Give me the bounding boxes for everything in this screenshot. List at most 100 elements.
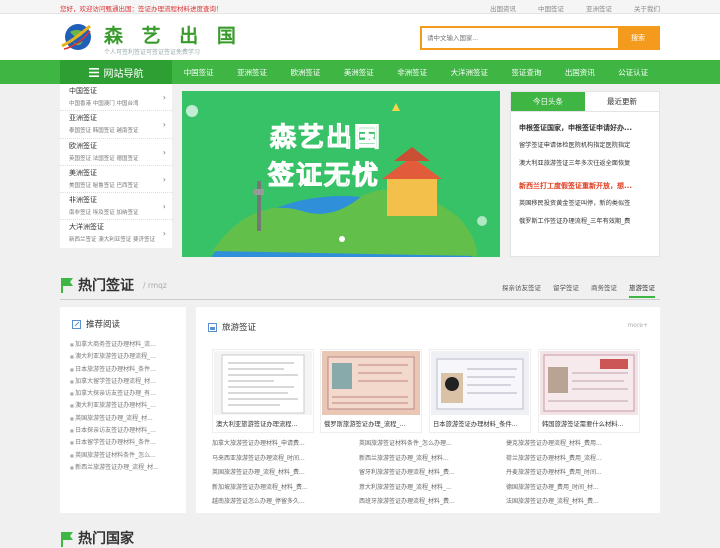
category-title[interactable]: 大洋洲签证 <box>69 222 172 232</box>
visa-link[interactable]: 意大利旅游签证办理_流程_材料_... <box>359 481 496 496</box>
hero-banner[interactable]: 森艺出国 签证无忧 <box>182 91 500 257</box>
category-item[interactable]: 非洲签证南非签证 埃及签证 加纳签证 › <box>60 193 172 221</box>
rec-item[interactable]: 日本留学签证办理材料_条件... <box>70 437 182 449</box>
tab-headlines[interactable]: 今日头条 <box>511 92 585 111</box>
visa-link[interactable]: 越南旅游签证怎么办理_停留多久... <box>212 495 349 510</box>
chevron-right-icon: › <box>162 147 166 157</box>
recommended-reading: 推荐阅读 加拿大商务签证办理材料_流... 澳大利亚旅游签证办理流程_... 日… <box>60 307 186 513</box>
nav-america-visa[interactable]: 美洲签证 <box>344 67 374 78</box>
visa-document-image <box>431 351 529 415</box>
search-button[interactable]: 搜索 <box>618 28 658 48</box>
top-link-about[interactable]: 关于我们 <box>634 3 660 13</box>
news-panel: 今日头条 最近更新 申根签证国家，申根签证申请好办... 留学签证申请体检医院机… <box>510 91 660 257</box>
top-link-news[interactable]: 出国资讯 <box>490 3 516 13</box>
news-item[interactable]: 俄罗斯工作签证办理流程_三年有效期_费 <box>519 215 651 229</box>
globe-logo-icon[interactable] <box>60 20 94 54</box>
rec-item[interactable]: 英国旅游签证办理_流程_材... <box>70 413 182 425</box>
flag-icon <box>61 532 73 547</box>
category-item[interactable]: 亚洲签证泰国签证 韩国签证 越南签证 › <box>60 111 172 139</box>
category-sub[interactable]: 美国签证 秘鲁签证 巴西签证 <box>69 181 157 189</box>
visa-link[interactable]: 丹麦旅游签证办理材料_费用_时间... <box>506 466 643 481</box>
rec-item[interactable]: 澳大利亚旅游签证办理流程_... <box>70 351 182 363</box>
visa-link[interactable]: 德国旅游签证办理_费用_时间_材... <box>506 481 643 496</box>
nav-visa-query[interactable]: 签证查询 <box>511 67 541 78</box>
visa-link[interactable]: 捷克旅游签证办理流程_材料_费用... <box>506 437 643 452</box>
tab-family-visit-visa[interactable]: 探亲访友签证 <box>502 282 541 298</box>
category-sub[interactable]: 中国香港 中国澳门 中国台湾 <box>69 99 157 107</box>
tourist-visa-panel: 旅游签证 more+ 澳大利亚旅游签证办理流程... 俄罗斯旅游签证办理_流程_… <box>196 307 660 513</box>
visa-card[interactable]: 日本旅游签证办理材料_条件... <box>429 349 531 433</box>
rec-item[interactable]: 日本探亲访友签证办理材料_... <box>70 425 182 437</box>
nav-title: 网站导航 <box>60 60 172 84</box>
category-item[interactable]: 中国签证 中国香港 中国澳门 中国台湾 › <box>60 84 172 112</box>
top-link-asia-visa[interactable]: 亚洲签证 <box>586 3 612 13</box>
top-link-china-visa[interactable]: 中国签证 <box>538 3 564 13</box>
tab-recent-updates[interactable]: 最近更新 <box>585 92 659 111</box>
category-item[interactable]: 美洲签证 美国签证 秘鲁签证 巴西签证 › <box>60 166 172 194</box>
visa-card[interactable]: 韩国旅游签证需要什么材料... <box>538 349 640 433</box>
news-item[interactable]: 留学签证申请体检医院机构指定医院指定 <box>519 139 651 153</box>
visa-link[interactable]: 加拿大旅游签证办理材料_申请费... <box>212 437 349 452</box>
rec-item[interactable]: 英国旅游签证材料条件_怎么... <box>70 450 182 462</box>
visa-document-image <box>322 351 420 415</box>
visa-link[interactable]: 新西兰旅游签证办理_流程_材料... <box>359 452 496 467</box>
search-input[interactable] <box>422 28 618 48</box>
card-label[interactable]: 日本旅游签证办理材料_条件... <box>433 419 529 428</box>
news-item[interactable]: 澳大利亚旅游签证三年多次往返全面恢复 <box>519 157 651 171</box>
rec-item[interactable]: 加拿大留学签证办理流程_材... <box>70 376 182 388</box>
visa-document-image <box>540 351 638 415</box>
rec-item[interactable]: 新西兰旅游签证办理_流程_材... <box>70 462 182 474</box>
visa-link[interactable]: 留牙利旅游签证办理流程_材料_费... <box>359 466 496 481</box>
visa-link[interactable]: 英国旅游签证办理_流程_材料_费... <box>212 466 349 481</box>
top-links: 出国资讯 中国签证 亚洲签证 关于我们 <box>490 3 660 13</box>
main-nav: 网站导航 中国签证 亚洲签证 欧洲签证 美洲签证 非洲签证 大洋洲签证 签证查询… <box>0 60 720 84</box>
hot-countries-title: 热门国家 <box>78 531 134 547</box>
category-sub[interactable]: 英国签证 法国签证 德国签证 <box>69 154 157 162</box>
visa-card[interactable]: 澳大利亚旅游签证办理流程... <box>212 349 314 433</box>
category-title[interactable]: 非洲签证 <box>69 195 172 205</box>
visa-card[interactable]: 俄罗斯旅游签证办理_流程_... <box>320 349 422 433</box>
nav-oceania-visa[interactable]: 大洋洲签证 <box>451 67 489 78</box>
nav-asia-visa[interactable]: 亚洲签证 <box>237 67 267 78</box>
card-label[interactable]: 澳大利亚旅游签证办理流程... <box>216 419 312 428</box>
nav-notarization[interactable]: 公证认证 <box>618 67 648 78</box>
visa-link[interactable]: 马来西亚旅游签证办理流程_时间... <box>212 452 349 467</box>
category-title[interactable]: 中国签证 <box>69 86 172 96</box>
news-item[interactable]: 新西兰打工度假签证重新开放，想... <box>519 179 651 193</box>
visa-link[interactable]: 新加坡旅游签证办理流程_材料_费... <box>212 481 349 496</box>
more-link[interactable]: more+ <box>627 322 648 329</box>
nav-travel-news[interactable]: 出国资讯 <box>565 67 595 78</box>
tab-tourist-visa[interactable]: 旅游签证 <box>629 282 655 298</box>
category-item[interactable]: 大洋洲签证 新西兰签证 澳大利亚签证 斐济签证 › <box>60 220 172 247</box>
news-item[interactable]: 英国移民投资黄金签证叫停，新的类似签 <box>519 197 651 211</box>
tab-business-visa[interactable]: 商务签证 <box>591 282 617 298</box>
category-sub[interactable]: 南非签证 埃及签证 加纳签证 <box>69 208 157 216</box>
nav-africa-visa[interactable]: 非洲签证 <box>397 67 427 78</box>
nav-europe-visa[interactable]: 欧洲签证 <box>290 67 320 78</box>
news-item[interactable]: 申根签证国家，申根签证申请好办... <box>519 121 651 135</box>
chevron-right-icon: › <box>162 202 166 212</box>
rec-item[interactable]: 日本旅游签证办理材料_条件... <box>70 364 182 376</box>
visa-link[interactable]: 西班牙旅游签证办理流程_材料_费... <box>359 495 496 510</box>
hot-visa-subtitle: / rmqz <box>143 281 167 290</box>
category-item[interactable]: 欧洲签证英国签证 法国签证 德国签证 › <box>60 139 172 166</box>
tab-study-visa[interactable]: 留学签证 <box>553 282 579 298</box>
category-title[interactable]: 欧洲签证 <box>69 141 172 151</box>
category-title[interactable]: 亚洲签证 <box>69 113 172 123</box>
brand-name[interactable]: 森 艺 出 国 <box>104 21 242 48</box>
visa-link[interactable]: 法国旅游签证办理_流程_材料_费... <box>506 495 643 510</box>
rec-item[interactable]: 加拿大商务签证办理材料_流... <box>70 339 182 351</box>
category-sub[interactable]: 新西兰签证 澳大利亚签证 斐济签证 <box>69 235 157 243</box>
slogan: 个人可签利签证可签证签证免费学习 <box>104 49 201 56</box>
visa-link[interactable]: 荷兰旅游签证办理材料_费用_流程... <box>506 452 643 467</box>
card-label[interactable]: 韩国旅游签证需要什么材料... <box>542 419 638 428</box>
rec-item[interactable]: 加拿大探亲访友签证办理_有... <box>70 388 182 400</box>
category-title[interactable]: 美洲签证 <box>69 168 172 178</box>
category-sub[interactable]: 泰国签证 韩国签证 越南签证 <box>69 126 157 134</box>
chevron-right-icon: › <box>162 120 166 130</box>
menu-icon <box>88 67 99 77</box>
visa-link[interactable]: 英国旅游签证材料条件_怎么办理... <box>359 437 496 452</box>
card-label[interactable]: 俄罗斯旅游签证办理_流程_... <box>324 419 420 428</box>
nav-china-visa[interactable]: 中国签证 <box>184 67 214 78</box>
rec-item[interactable]: 澳大利亚旅游签证办理材料_... <box>70 400 182 412</box>
